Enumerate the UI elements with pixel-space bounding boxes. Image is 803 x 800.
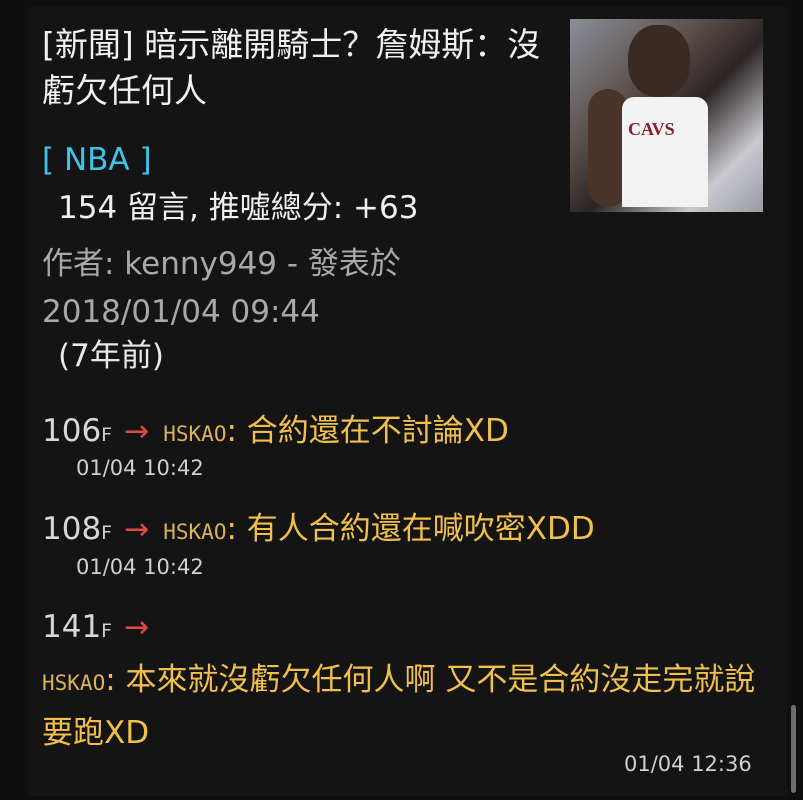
comment-item: 106F → HSKAO: 合約還在不討論XD [42,405,509,450]
post-meta: 作者: kenny949 - 發表於 2018/01/04 09:44 [42,246,401,330]
comment-item: 141F → HSKAO: 本來就沒虧欠任何人啊 又不是合約沒走完就說要跑XD [42,603,772,762]
comment-floor: 106F [42,413,113,449]
comment-user[interactable]: HSKAO [163,422,226,446]
arrow-icon: → [124,512,150,547]
comment-floor: 141F [42,609,113,645]
comment-time: 01/04 10:42 [76,456,204,480]
comment-user[interactable]: HSKAO [163,520,226,544]
comment-stats: 154 留言, 推噓總分: +63 [58,190,419,226]
comment-time: 01/04 12:36 [624,752,752,776]
comment-text: : 合約還在不討論XD [226,413,509,449]
board-tag[interactable]: [ NBA ] [42,143,152,177]
scrollbar[interactable] [791,705,796,793]
comment-user[interactable]: HSKAO [42,671,105,695]
comment-time: 01/04 10:42 [76,555,204,579]
comment-text: : 有人合約還在喊吹密XDD [226,511,595,547]
post-title[interactable]: [新聞] 暗示離開騎士？詹姆斯：沒虧欠任何人 [42,22,542,114]
comment-floor: 108F [42,511,113,547]
arrow-icon: → [124,414,150,449]
comment-item: 108F → HSKAO: 有人合約還在喊吹密XDD [42,503,595,548]
thumbnail-jersey [622,97,708,207]
post-thumbnail[interactable]: CAVS [570,19,763,212]
arrow-icon: → [124,610,150,645]
thumbnail-jersey-text: CAVS [628,119,675,139]
thumbnail-head [628,25,690,97]
post-age: (7年前) [58,338,164,374]
comment-text: : 本來就沒虧欠任何人啊 又不是合約沒走完就說要跑XD [42,662,756,751]
